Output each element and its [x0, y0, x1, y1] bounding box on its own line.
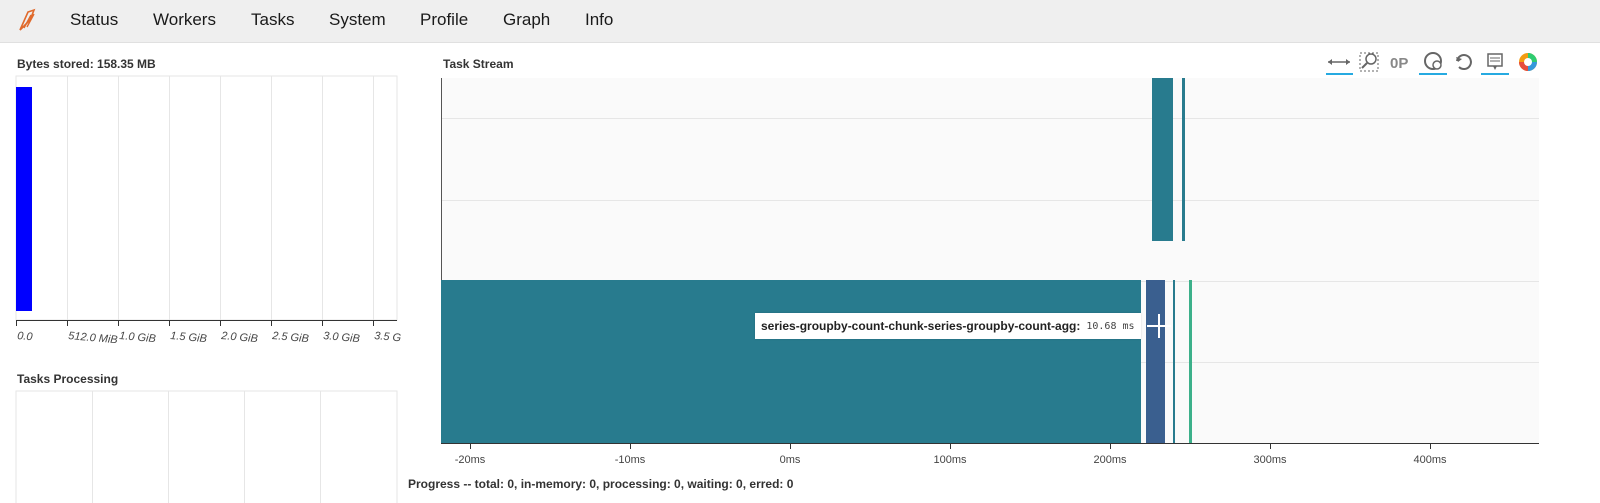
bytes-tick-label: 1.0 GiB [119, 330, 157, 345]
box-zoom-icon[interactable] [1359, 52, 1379, 72]
task-stream-x-tick-label: 0ms [780, 454, 801, 466]
bytes-tick-label: 3.5 G [374, 330, 402, 344]
pan-icon[interactable] [1326, 59, 1353, 75]
dask-logo-icon[interactable] [14, 6, 42, 34]
tasks-processing-title: Tasks Processing [17, 372, 119, 386]
task-rect[interactable] [1189, 280, 1192, 443]
reset-icon[interactable] [1456, 54, 1472, 70]
nav-tasks[interactable]: Tasks [251, 10, 294, 30]
task-stream-x-tick-label: 400ms [1413, 454, 1447, 466]
bytes-tick-label: 2.5 GiB [271, 330, 310, 345]
task-rect[interactable] [441, 280, 1141, 443]
task-hover-tooltip: series-groupby-count-chunk-series-groupb… [755, 313, 1141, 339]
nav-status[interactable]: Status [70, 10, 118, 30]
task-rect[interactable] [1182, 78, 1185, 241]
task-stream-x-tick-label: 200ms [1093, 454, 1127, 466]
tasks-processing-plot [15, 390, 398, 503]
task-stream-x-tick-label: 100ms [933, 454, 967, 466]
task-stream-x-tick-label: -10ms [615, 454, 646, 466]
task-stream-plot: -20ms -10ms 0ms 100ms 200ms 300ms 400ms [441, 78, 1539, 466]
task-stream-x-tick-label: 300ms [1253, 454, 1287, 466]
task-rect[interactable] [1152, 78, 1173, 241]
tooltip-task-duration: 10.68 ms [1086, 320, 1135, 332]
nav-profile[interactable]: Profile [420, 10, 468, 30]
bytes-tick-label: 3.0 GiB [323, 330, 361, 345]
bytes-stored-plot-area [15, 75, 398, 321]
tasks-processing-plot-area [15, 390, 398, 503]
nav-info[interactable]: Info [585, 10, 613, 30]
task-stream-title: Task Stream [443, 57, 514, 71]
zoom-in-icon[interactable] [1419, 52, 1447, 75]
task-rect[interactable] [1146, 280, 1165, 443]
bytes-tick-label: 512.0 MiB [68, 330, 118, 346]
bytes-tick-label: 0.0 [17, 330, 34, 343]
wheel-zoom-icon[interactable]: 0P [1390, 55, 1408, 72]
nav-graph[interactable]: Graph [503, 10, 550, 30]
bytes-tick-label: 1.5 GiB [170, 330, 208, 345]
task-rect[interactable] [1173, 280, 1175, 443]
bytes-stored-title: Bytes stored: 158.35 MB [17, 57, 156, 71]
tooltip-task-name: series-groupby-count-chunk-series-groupb… [761, 319, 1081, 333]
bytes-stored-bar[interactable] [16, 87, 32, 311]
nav-workers[interactable]: Workers [153, 10, 216, 30]
hover-icon[interactable] [1481, 53, 1509, 75]
bokeh-logo-icon[interactable] [1519, 53, 1537, 71]
bytes-tick-label: 2.0 GiB [220, 330, 259, 345]
task-stream-x-tick-label: -20ms [455, 454, 486, 466]
svg-text:0P: 0P [1390, 55, 1408, 72]
bytes-stored-plot: 0.0 512.0 MiB 1.0 GiB 1.5 GiB 2.0 GiB 2.… [15, 75, 402, 346]
nav-system[interactable]: System [329, 10, 386, 30]
top-navbar: Status Workers Tasks System Profile Grap… [0, 0, 1600, 43]
progress-summary: Progress -- total: 0, in-memory: 0, proc… [408, 477, 794, 491]
